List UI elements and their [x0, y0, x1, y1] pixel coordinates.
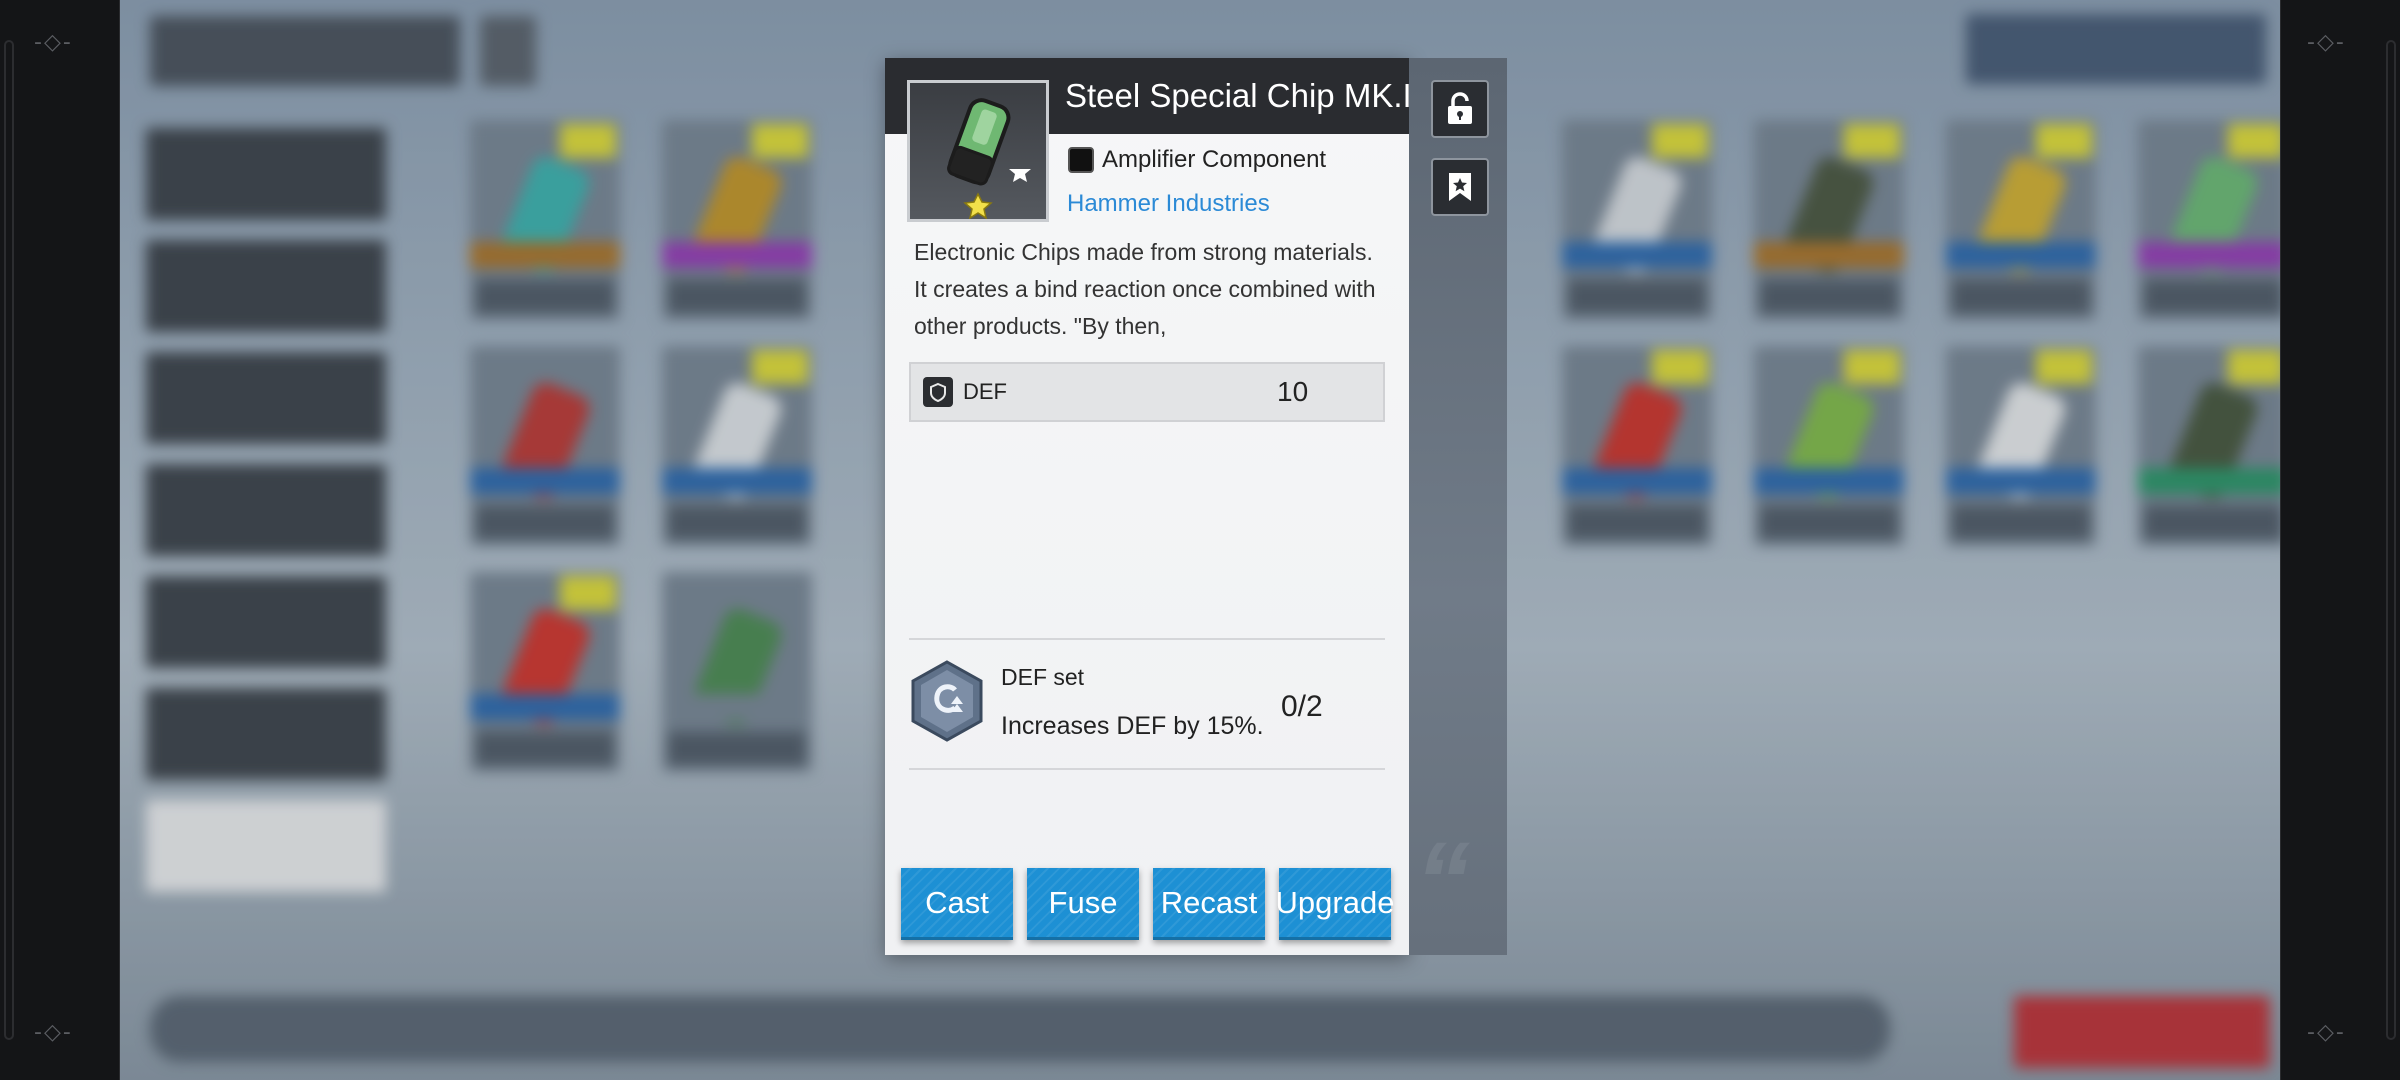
watermark-logo: “: [1415, 820, 1470, 943]
divider: [909, 768, 1385, 770]
ornament-icon: -◇-: [2307, 1020, 2346, 1045]
recast-button[interactable]: Recast: [1153, 868, 1265, 940]
stat-row: DEF 10: [909, 362, 1385, 422]
shield-icon: [923, 377, 953, 407]
item-thumbnail: [907, 80, 1049, 222]
lock-button[interactable]: [1431, 80, 1489, 138]
ornament-icon: -◇-: [34, 30, 73, 55]
item-side-strip: “: [1409, 58, 1507, 955]
item-detail-panel: Steel Special Chip MK.I Amplifier Compon…: [885, 58, 1412, 955]
set-name: DEF set: [1001, 664, 1085, 690]
left-frame: -◇- -◇-: [0, 0, 120, 1080]
stat-value: 10: [1277, 376, 1309, 407]
right-frame-edge: [2386, 40, 2396, 1040]
divider: [909, 638, 1385, 640]
item-type: Amplifier Component: [1068, 146, 1326, 174]
set-effect: Increases DEF by 15%.: [1001, 712, 1264, 740]
stat-name: DEF: [963, 379, 1007, 404]
lock-icon: [1448, 92, 1472, 124]
shield-outline-icon: [1009, 169, 1031, 182]
bookmark-button[interactable]: [1431, 158, 1489, 216]
chip-icon: [947, 98, 1031, 219]
item-title: Steel Special Chip MK.I: [1065, 77, 1412, 114]
upgrade-button[interactable]: Upgrade: [1276, 868, 1394, 940]
ornament-icon: -◇-: [34, 1020, 73, 1045]
chip-type-icon: [1068, 147, 1094, 173]
right-frame: -◇- -◇-: [2280, 0, 2400, 1080]
item-type-label: Amplifier Component: [1102, 146, 1327, 173]
fuse-button[interactable]: Fuse: [1027, 868, 1139, 940]
set-badge-icon: [911, 660, 983, 747]
item-description: Electronic Chips made from strong materi…: [914, 239, 1376, 339]
bookmark-icon: [1449, 173, 1471, 201]
ornament-icon: -◇-: [2307, 30, 2346, 55]
manufacturer-link[interactable]: Hammer Industries: [1067, 190, 1270, 218]
left-frame-edge: [4, 40, 14, 1040]
star-icon: [963, 192, 993, 219]
set-progress: 0/2: [1281, 690, 1323, 723]
cast-button[interactable]: Cast: [901, 868, 1013, 940]
